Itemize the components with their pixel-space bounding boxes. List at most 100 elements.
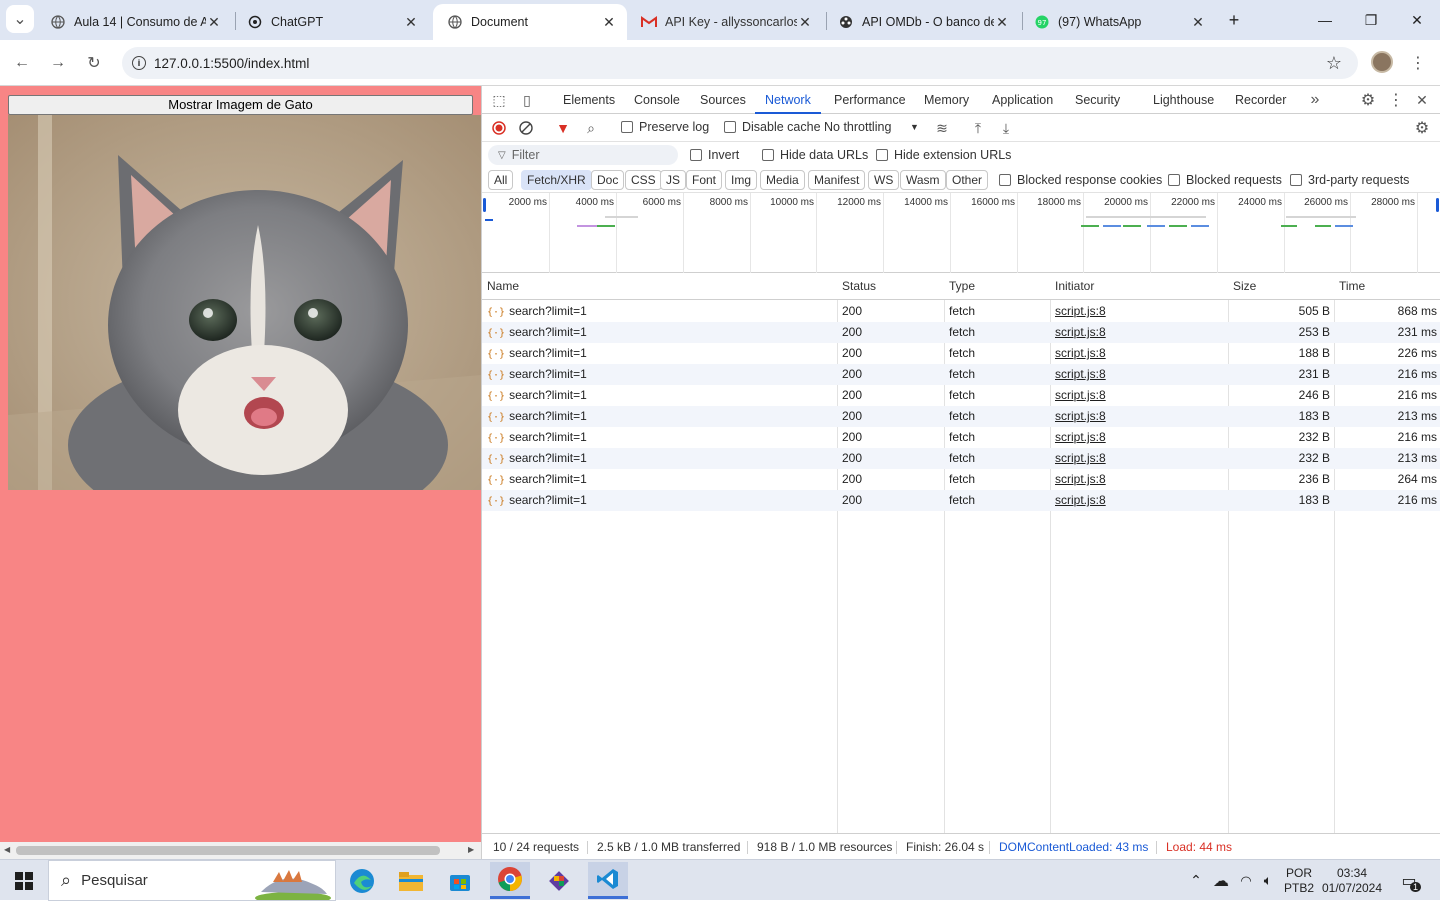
column-header-type[interactable]: Type bbox=[944, 273, 1050, 300]
gear-icon[interactable]: ⚙ bbox=[1359, 91, 1377, 109]
close-icon[interactable]: ✕ bbox=[1413, 91, 1431, 109]
devtools-tab-sources[interactable]: Sources bbox=[700, 86, 746, 114]
forward-button[interactable]: → bbox=[43, 48, 73, 78]
devtools-tab-elements[interactable]: Elements bbox=[563, 86, 615, 114]
start-button[interactable] bbox=[0, 860, 48, 901]
inspect-element-icon[interactable]: ⬚ bbox=[490, 91, 508, 109]
tab-gmail[interactable]: API Key - allyssoncarlos ✕ bbox=[627, 4, 823, 40]
taskbar-search[interactable]: ⌕ Pesquisar bbox=[48, 860, 336, 901]
cell-initiator[interactable]: script.js:8 bbox=[1055, 448, 1225, 469]
type-filter-manifest[interactable]: Manifest bbox=[808, 170, 866, 190]
devtools-tab-network[interactable]: Network bbox=[755, 86, 821, 114]
checkbox[interactable] bbox=[876, 149, 888, 161]
close-window-button[interactable]: ✕ bbox=[1394, 0, 1440, 40]
scrollbar-thumb[interactable] bbox=[16, 846, 440, 855]
cell-initiator[interactable]: script.js:8 bbox=[1055, 364, 1225, 385]
preserve-log-checkbox[interactable]: Preserve log bbox=[621, 120, 709, 134]
column-header-initiator[interactable]: Initiator bbox=[1050, 273, 1228, 300]
type-filter-css[interactable]: CSS bbox=[625, 170, 662, 190]
download-icon[interactable]: ⤓ bbox=[997, 119, 1015, 137]
close-icon[interactable]: ✕ bbox=[994, 14, 1010, 31]
type-filter-doc[interactable]: Doc bbox=[591, 170, 625, 190]
network-overview-timeline[interactable]: 2000 ms 4000 ms 6000 ms 8000 ms 10000 ms… bbox=[482, 193, 1440, 273]
close-icon[interactable]: ✕ bbox=[1190, 14, 1206, 31]
filter-input[interactable]: ▽ Filter bbox=[488, 145, 678, 165]
checkbox[interactable] bbox=[762, 149, 774, 161]
search-icon[interactable]: ⌕ bbox=[582, 119, 600, 137]
blocked-cookies-checkbox[interactable]: Blocked response cookies bbox=[999, 173, 1162, 187]
checkbox[interactable] bbox=[724, 121, 736, 133]
table-row[interactable]: {·} search?limit=1 200 fetch script.js:8 231 … bbox=[482, 364, 1440, 385]
maximize-button[interactable]: ❐ bbox=[1348, 0, 1394, 40]
column-header-name[interactable]: Name bbox=[482, 273, 837, 300]
type-filter-wasm[interactable]: Wasm bbox=[900, 170, 946, 190]
filter-icon[interactable]: ▼ bbox=[554, 119, 572, 137]
horizontal-scrollbar[interactable]: ◀ ▶ bbox=[0, 842, 481, 859]
checkbox[interactable] bbox=[690, 149, 702, 161]
notifications-button[interactable]: ▭ 1 bbox=[1394, 860, 1424, 901]
close-icon[interactable]: ✕ bbox=[601, 14, 617, 31]
minimize-button[interactable]: — bbox=[1302, 0, 1348, 40]
upload-icon[interactable]: ⤒ bbox=[969, 119, 987, 137]
cell-initiator[interactable]: script.js:8 bbox=[1055, 301, 1225, 322]
info-icon[interactable]: i bbox=[132, 56, 146, 70]
devtools-tab-lighthouse[interactable]: Lighthouse bbox=[1153, 86, 1214, 114]
scroll-right-icon[interactable]: ▶ bbox=[468, 845, 474, 854]
type-filter-ws[interactable]: WS bbox=[868, 170, 900, 190]
taskbar-file-explorer[interactable] bbox=[391, 862, 431, 899]
table-row[interactable]: {·} search?limit=1 200 fetch script.js:8 232 … bbox=[482, 448, 1440, 469]
devtools-tab-performance[interactable]: Performance bbox=[834, 86, 906, 114]
checkbox[interactable] bbox=[1290, 174, 1302, 186]
cell-initiator[interactable]: script.js:8 bbox=[1055, 343, 1225, 364]
wifi-icon[interactable]: ◠ bbox=[1236, 860, 1256, 901]
devtools-tab-application[interactable]: Application bbox=[992, 86, 1053, 114]
browser-menu-button[interactable]: ⋮ bbox=[1403, 48, 1433, 78]
cell-initiator[interactable]: script.js:8 bbox=[1055, 322, 1225, 343]
devtools-tab-recorder[interactable]: Recorder bbox=[1235, 86, 1286, 114]
third-party-checkbox[interactable]: 3rd-party requests bbox=[1290, 173, 1409, 187]
cell-initiator[interactable]: script.js:8 bbox=[1055, 469, 1225, 490]
devtools-tab-security[interactable]: Security bbox=[1075, 86, 1120, 114]
clock[interactable]: 03:34 01/07/2024 bbox=[1318, 860, 1386, 901]
table-row[interactable]: {·} search?limit=1 200 fetch script.js:8 183 … bbox=[482, 406, 1440, 427]
taskbar-vscode[interactable] bbox=[588, 862, 628, 899]
close-icon[interactable]: ✕ bbox=[403, 14, 419, 31]
throttling-select[interactable]: No throttling ▼ bbox=[824, 120, 920, 134]
taskbar-store[interactable] bbox=[440, 862, 480, 899]
url-text[interactable]: 127.0.0.1:5500/index.html bbox=[154, 56, 309, 71]
tab-search-button[interactable]: ⌄ bbox=[6, 5, 34, 33]
taskbar-git[interactable] bbox=[539, 862, 579, 899]
scroll-left-icon[interactable]: ◀ bbox=[4, 845, 10, 854]
column-header-time[interactable]: Time bbox=[1334, 273, 1440, 300]
clear-icon[interactable] bbox=[517, 119, 535, 137]
blocked-requests-checkbox[interactable]: Blocked requests bbox=[1168, 173, 1282, 187]
table-row[interactable]: {·} search?limit=1 200 fetch script.js:8 188 … bbox=[482, 343, 1440, 364]
volume-icon[interactable]: 🔈︎ bbox=[1258, 860, 1278, 901]
type-filter-js[interactable]: JS bbox=[660, 170, 687, 190]
taskbar-edge[interactable] bbox=[342, 862, 382, 899]
hide-data-urls-checkbox[interactable]: Hide data URLs bbox=[762, 148, 868, 162]
tab-chatgpt[interactable]: ChatGPT ✕ bbox=[233, 4, 429, 40]
invert-checkbox[interactable]: Invert bbox=[690, 148, 739, 162]
back-button[interactable]: ← bbox=[7, 48, 37, 78]
table-row[interactable]: {·} search?limit=1 200 fetch script.js:8 253 … bbox=[482, 322, 1440, 343]
cell-initiator[interactable]: script.js:8 bbox=[1055, 490, 1225, 511]
type-filter-all[interactable]: All bbox=[488, 170, 514, 190]
gear-icon[interactable]: ⚙ bbox=[1413, 119, 1431, 137]
checkbox[interactable] bbox=[999, 174, 1011, 186]
tab-whatsapp[interactable]: 97 (97) WhatsApp ✕ bbox=[1020, 4, 1216, 40]
disable-cache-checkbox[interactable]: Disable cache bbox=[724, 120, 821, 134]
devtools-tab-memory[interactable]: Memory bbox=[924, 86, 969, 114]
device-toolbar-icon[interactable]: ▯ bbox=[518, 91, 536, 109]
close-icon[interactable]: ✕ bbox=[206, 14, 222, 31]
type-filter-font[interactable]: Font bbox=[686, 170, 723, 190]
checkbox[interactable] bbox=[621, 121, 633, 133]
profile-avatar[interactable] bbox=[1371, 51, 1393, 73]
more-tabs-icon[interactable]: » bbox=[1306, 91, 1324, 109]
type-filter-fetch-xhr[interactable]: Fetch/XHR bbox=[521, 170, 592, 190]
new-tab-button[interactable]: + bbox=[1212, 0, 1256, 40]
taskbar-chrome[interactable] bbox=[490, 862, 530, 899]
type-filter-img[interactable]: Img bbox=[725, 170, 758, 190]
reload-button[interactable]: ↻ bbox=[79, 48, 109, 78]
table-row[interactable]: {·} search?limit=1 200 fetch script.js:8 232 … bbox=[482, 427, 1440, 448]
